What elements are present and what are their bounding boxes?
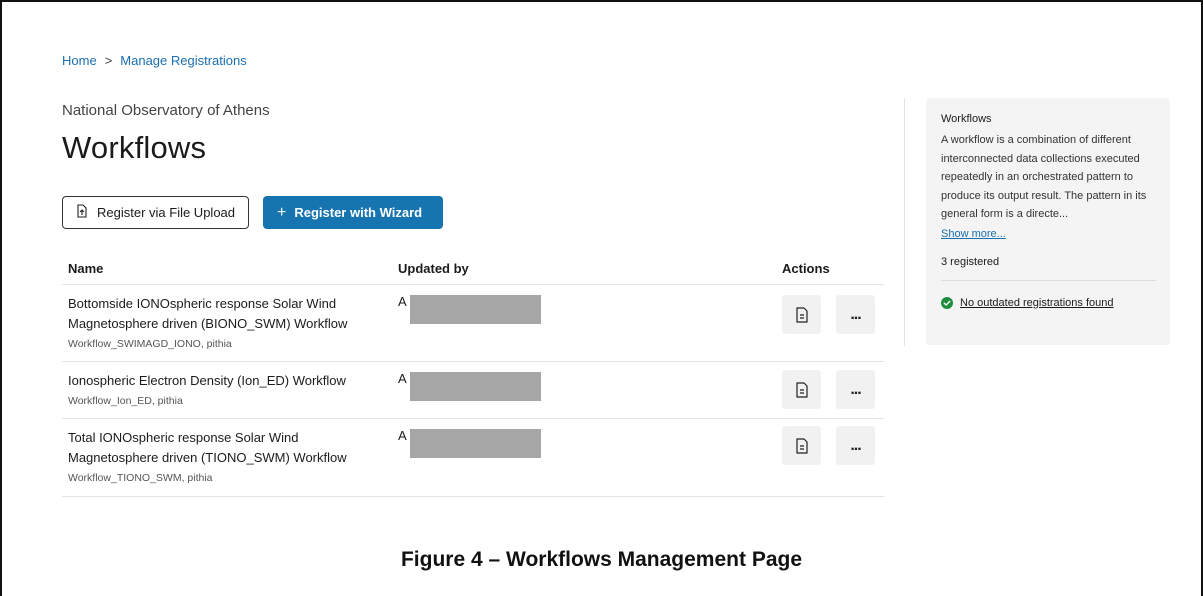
breadcrumb: Home > Manage Registrations — [62, 53, 247, 68]
table-row: Total IONOspheric response Solar Wind Ma… — [62, 419, 884, 497]
panel-title: Workflows — [941, 113, 992, 125]
check-circle-icon — [941, 296, 953, 309]
breadcrumb-home-link[interactable]: Home — [62, 53, 97, 68]
workflows-table: Name Updated by Actions Bottomside IONOs… — [62, 252, 884, 497]
view-document-button[interactable] — [782, 370, 821, 409]
table-row: Ionospheric Electron Density (Ion_ED) Wo… — [62, 362, 884, 419]
column-header-name: Name — [68, 261, 104, 276]
breadcrumb-manage-registrations-link[interactable]: Manage Registrations — [120, 53, 246, 68]
register-with-wizard-label: Register with Wizard — [294, 205, 423, 220]
page-title: Workflows — [62, 130, 207, 165]
organization-name: National Observatory of Athens — [62, 102, 270, 119]
column-header-updated-by: Updated by — [398, 261, 469, 276]
more-options-button[interactable]: ... — [836, 295, 875, 334]
vertical-divider — [904, 98, 905, 346]
table-header: Name Updated by Actions — [62, 252, 884, 285]
breadcrumb-separator: > — [104, 53, 113, 68]
column-header-actions: Actions — [782, 261, 830, 276]
register-via-file-upload-button[interactable]: Register via File Upload — [62, 196, 249, 229]
document-icon — [795, 381, 808, 398]
more-options-button[interactable]: ... — [836, 426, 875, 465]
workflow-name[interactable]: Bottomside IONOspheric response Solar Wi… — [68, 294, 388, 334]
register-via-file-upload-label: Register via File Upload — [97, 205, 236, 220]
file-upload-icon — [75, 204, 89, 221]
view-document-button[interactable] — [782, 426, 821, 465]
redacted-block — [409, 295, 541, 324]
view-document-button[interactable] — [782, 295, 821, 334]
plus-icon: + — [277, 203, 287, 221]
workflows-info-panel: Workflows A workflow is a combination of… — [926, 98, 1170, 345]
panel-description: A workflow is a combination of different… — [941, 134, 1147, 220]
redacted-block — [409, 429, 541, 458]
outdated-status-link[interactable]: No outdated registrations found — [960, 297, 1114, 309]
registered-count: 3 registered — [941, 256, 1156, 281]
updated-by-text: A — [398, 428, 407, 443]
figure-caption: Figure 4 – Workflows Management Page — [400, 548, 803, 571]
register-with-wizard-button[interactable]: + Register with Wizard — [263, 196, 443, 229]
workflow-name[interactable]: Total IONOspheric response Solar Wind Ma… — [68, 428, 388, 468]
document-icon — [795, 437, 808, 454]
workflow-subtitle: Workflow_SWIMAGD_IONO, pithia — [68, 338, 232, 350]
outdated-status: No outdated registrations found — [941, 296, 1156, 309]
updated-by-text: A — [398, 371, 407, 386]
updated-by-text: A — [398, 294, 407, 309]
more-options-button[interactable]: ... — [836, 370, 875, 409]
show-more-link[interactable]: Show more... — [941, 228, 1006, 240]
redacted-block — [409, 372, 541, 401]
workflow-subtitle: Workflow_Ion_ED, pithia — [68, 395, 183, 407]
workflow-subtitle: Workflow_TIONO_SWM, pithia — [68, 472, 213, 484]
table-row: Bottomside IONOspheric response Solar Wi… — [62, 285, 884, 362]
workflow-name[interactable]: Ionospheric Electron Density (Ion_ED) Wo… — [68, 371, 388, 391]
document-icon — [795, 306, 808, 323]
